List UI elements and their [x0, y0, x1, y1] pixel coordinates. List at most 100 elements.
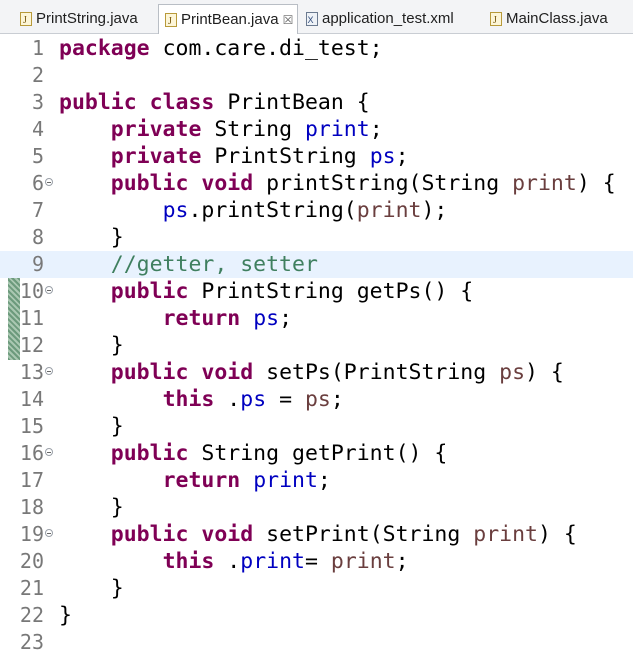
code-text: private String print;: [59, 116, 383, 143]
svg-text:J: J: [168, 16, 172, 27]
line-number: 20: [19, 549, 44, 573]
field-token: ps: [162, 198, 189, 223]
code-line[interactable]: 6 public void printString(String print) …: [0, 170, 633, 197]
code-token: }: [59, 576, 124, 601]
code-line[interactable]: 11 return ps;: [0, 305, 633, 332]
line-number: 17: [19, 468, 44, 492]
close-icon[interactable]: ☒: [283, 13, 294, 27]
code-token: printString(String: [266, 171, 513, 196]
line-number: 11: [19, 306, 44, 330]
tab-label: PrintBean.java: [181, 11, 279, 28]
tab-mainclass-java[interactable]: J MainClass.java: [484, 5, 608, 32]
code-token: ) {: [576, 171, 616, 196]
code-token: ;: [279, 306, 293, 331]
line-number: 23: [19, 630, 44, 654]
code-editor[interactable]: 1 package com.care.di_test; 2 3 public class…: [0, 34, 633, 660]
line-number: 22: [19, 603, 44, 627]
line-number: 21: [19, 576, 44, 600]
field-token: ps: [369, 144, 396, 169]
collapse-icon[interactable]: [45, 178, 53, 186]
code-line[interactable]: 12 }: [0, 332, 633, 359]
collapse-icon[interactable]: [45, 286, 53, 294]
collapse-icon[interactable]: [45, 448, 53, 456]
code-line[interactable]: 1 package com.care.di_test;: [0, 35, 633, 62]
keyword-token: public: [110, 441, 189, 466]
collapse-icon[interactable]: [45, 367, 53, 375]
xml-file-icon: X: [306, 11, 318, 26]
code-line[interactable]: 15 }: [0, 413, 633, 440]
code-line[interactable]: 13 public void setPs(PrintString ps) {: [0, 359, 633, 386]
code-token: com.care.di_test;: [162, 36, 383, 61]
code-token: }: [59, 333, 124, 358]
line-number: 16: [19, 441, 44, 465]
code-token: =: [266, 387, 305, 412]
line-number: 14: [19, 387, 44, 411]
param-token: ps: [499, 360, 526, 385]
code-line[interactable]: 16 public String getPrint() {: [0, 440, 633, 467]
collapse-icon[interactable]: [45, 529, 53, 537]
code-token: }: [59, 414, 124, 439]
code-line[interactable]: 21 }: [0, 575, 633, 602]
code-token: );: [421, 198, 448, 223]
tab-label: PrintString.java: [36, 10, 138, 27]
code-line[interactable]: 4 private String print;: [0, 116, 633, 143]
code-line[interactable]: 19 public void setPrint(String print) {: [0, 521, 633, 548]
editor-tab-bar: J PrintString.java J PrintBean.java ☒ X …: [0, 0, 633, 34]
code-token: setPs(PrintString: [266, 360, 500, 385]
param-token: print: [473, 522, 538, 547]
svg-text:J: J: [493, 15, 497, 26]
field-token: print: [240, 549, 305, 574]
keyword-token: return: [162, 468, 241, 493]
code-token: ;: [369, 117, 383, 142]
code-line[interactable]: 7 ps.printString(print);: [0, 197, 633, 224]
line-number: 13: [19, 360, 44, 384]
line-number: 3: [31, 90, 44, 114]
code-line[interactable]: 17 return print;: [0, 467, 633, 494]
param-token: ps: [304, 387, 331, 412]
code-line[interactable]: 9 //getter, setter: [0, 251, 633, 278]
line-number: 7: [31, 198, 44, 222]
code-line[interactable]: 3 public class PrintBean {: [0, 89, 633, 116]
code-line[interactable]: 8 }: [0, 224, 633, 251]
param-token: print: [330, 549, 396, 574]
code-token: }: [59, 603, 72, 628]
code-line[interactable]: 23: [0, 629, 633, 656]
code-text: }: [59, 494, 124, 521]
code-token: ;: [317, 468, 331, 493]
keyword-token: public: [59, 90, 137, 115]
code-text: return print;: [59, 467, 331, 494]
keyword-token: private: [110, 144, 202, 169]
code-token: ;: [395, 144, 409, 169]
code-text: }: [59, 332, 124, 359]
code-line[interactable]: 20 this .print= print;: [0, 548, 633, 575]
tab-printstring-java[interactable]: J PrintString.java: [14, 5, 138, 32]
tab-printbean-java[interactable]: J PrintBean.java ☒: [158, 4, 298, 34]
code-line[interactable]: 22}: [0, 602, 633, 629]
line-number: 9: [31, 252, 44, 276]
keyword-token: public: [110, 171, 189, 196]
keyword-token: class: [149, 90, 215, 115]
field-token: ps: [240, 387, 267, 412]
tab-application-test-xml[interactable]: X application_test.xml: [300, 5, 454, 32]
field-token: ps: [253, 306, 280, 331]
code-text: //getter, setter: [59, 251, 318, 278]
code-token: }: [59, 495, 124, 520]
code-line[interactable]: 14 this .ps = ps;: [0, 386, 633, 413]
code-line[interactable]: 2: [0, 62, 633, 89]
code-token: ) {: [525, 360, 564, 385]
line-number: 2: [31, 63, 44, 87]
code-text: return ps;: [59, 305, 292, 332]
code-line[interactable]: 5 private PrintString ps;: [0, 143, 633, 170]
code-token: String: [214, 117, 305, 142]
code-line[interactable]: 10 public PrintString getPs() {: [0, 278, 633, 305]
code-line[interactable]: 18 }: [0, 494, 633, 521]
code-text: public void setPrint(String print) {: [59, 521, 577, 548]
keyword-token: return: [162, 306, 241, 331]
tab-label: application_test.xml: [322, 10, 454, 27]
